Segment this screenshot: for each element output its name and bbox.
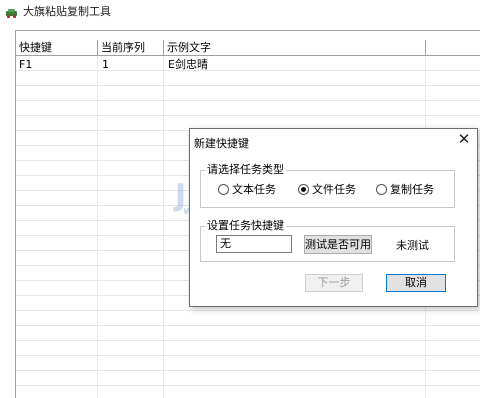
new-hotkey-dialog: 新建快捷键 ✕ 请选择任务类型 文本任务 文件任务 复制任务 设置任务快捷键 无…: [189, 128, 478, 307]
cancel-button[interactable]: 取消: [386, 274, 446, 292]
radio-label: 文本任务: [232, 183, 276, 196]
task-type-group-label: 请选择任务类型: [205, 163, 286, 176]
radio-selected-dot: [301, 187, 306, 192]
column-header-sample[interactable]: 示例文字: [164, 40, 426, 56]
dialog-title: 新建快捷键: [194, 137, 249, 150]
car-icon: [6, 9, 17, 19]
radio-label: 复制任务: [390, 183, 434, 196]
grid-divider: [163, 56, 164, 398]
column-header-hotkey[interactable]: 快捷键: [16, 40, 98, 56]
cell-sample: E剑忠晴: [168, 58, 208, 71]
radio-circle: [218, 184, 229, 195]
column-header-sequence[interactable]: 当前序列: [98, 40, 164, 56]
grid-divider: [97, 56, 98, 398]
test-availability-button[interactable]: 测试是否可用: [304, 235, 372, 254]
hotkey-input[interactable]: 无: [216, 235, 292, 253]
next-button[interactable]: 下一步: [305, 274, 363, 292]
window-title: 大旗粘贴复制工具: [23, 5, 111, 18]
cell-hotkey: F1: [19, 58, 33, 71]
radio-circle: [298, 184, 309, 195]
radio-label: 文件任务: [312, 183, 356, 196]
title-bar: 大旗粘贴复制工具: [0, 0, 480, 30]
radio-circle: [376, 184, 387, 195]
cell-sequence: 1: [102, 58, 109, 71]
test-status: 未测试: [396, 239, 429, 252]
column-header-filler: [426, 40, 480, 56]
hotkey-group-label: 设置任务快捷键: [205, 219, 286, 232]
close-icon[interactable]: ✕: [457, 132, 471, 147]
